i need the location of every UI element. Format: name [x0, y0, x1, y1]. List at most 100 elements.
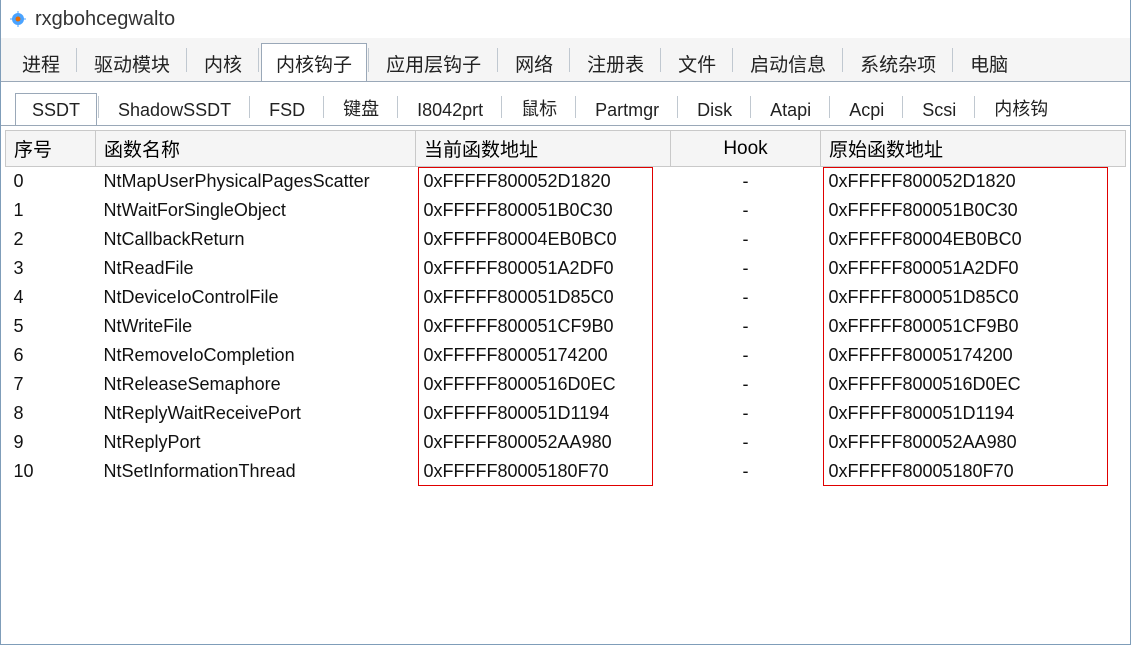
table-row[interactable]: 0NtMapUserPhysicalPagesScatter0xFFFFF800…	[6, 167, 1126, 197]
subtab-5[interactable]: 鼠标	[504, 88, 574, 125]
cell-hook: -	[671, 167, 821, 197]
cell-original: 0xFFFFF800051A2DF0	[821, 254, 1126, 283]
cell-current: 0xFFFFF80005174200	[416, 341, 671, 370]
cell-current: 0xFFFFF800051A2DF0	[416, 254, 671, 283]
table-row[interactable]: 1NtWaitForSingleObject0xFFFFF800051B0C30…	[6, 196, 1126, 225]
table-row[interactable]: 9NtReplyPort0xFFFFF800052AA980-0xFFFFF80…	[6, 428, 1126, 457]
cell-hook: -	[671, 196, 821, 225]
col-header-hook[interactable]: Hook	[671, 131, 821, 167]
subtab-8[interactable]: Atapi	[753, 93, 828, 125]
cell-hook: -	[671, 457, 821, 486]
subtab-separator	[397, 96, 398, 118]
cell-name: NtRemoveIoCompletion	[96, 341, 416, 370]
subtab-separator	[677, 96, 678, 118]
cell-index: 4	[6, 283, 96, 312]
cell-index: 6	[6, 341, 96, 370]
cell-current: 0xFFFFF800051CF9B0	[416, 312, 671, 341]
subtab-separator	[829, 96, 830, 118]
tab-separator	[258, 48, 259, 72]
subtab-separator	[249, 96, 250, 118]
subtab-6[interactable]: Partmgr	[578, 93, 676, 125]
subtab-10[interactable]: Scsi	[905, 93, 973, 125]
tab-6[interactable]: 注册表	[572, 43, 659, 81]
table-row[interactable]: 5NtWriteFile0xFFFFF800051CF9B0-0xFFFFF80…	[6, 312, 1126, 341]
subtab-3[interactable]: 键盘	[326, 88, 396, 125]
cell-index: 7	[6, 370, 96, 399]
cell-original: 0xFFFFF80004EB0BC0	[821, 225, 1126, 254]
table-header-row: 序号 函数名称 当前函数地址 Hook 原始函数地址	[6, 131, 1126, 167]
table-row[interactable]: 3NtReadFile0xFFFFF800051A2DF0-0xFFFFF800…	[6, 254, 1126, 283]
app-icon	[9, 10, 27, 28]
cell-name: NtWriteFile	[96, 312, 416, 341]
col-header-original[interactable]: 原始函数地址	[821, 131, 1126, 167]
col-header-index[interactable]: 序号	[6, 131, 96, 167]
cell-hook: -	[671, 283, 821, 312]
ssdt-table: 序号 函数名称 当前函数地址 Hook 原始函数地址 0NtMapUserPhy…	[5, 130, 1126, 486]
subtab-separator	[323, 96, 324, 118]
tab-10[interactable]: 电脑	[955, 43, 1023, 81]
table-row[interactable]: 7NtReleaseSemaphore0xFFFFF8000516D0EC-0x…	[6, 370, 1126, 399]
col-header-name[interactable]: 函数名称	[96, 131, 416, 167]
cell-index: 5	[6, 312, 96, 341]
subtab-separator	[750, 96, 751, 118]
table-row[interactable]: 2NtCallbackReturn0xFFFFF80004EB0BC0-0xFF…	[6, 225, 1126, 254]
tab-8[interactable]: 启动信息	[735, 43, 841, 81]
subtab-1[interactable]: ShadowSSDT	[101, 93, 248, 125]
table-row[interactable]: 10NtSetInformationThread0xFFFFF80005180F…	[6, 457, 1126, 486]
subtab-separator	[575, 96, 576, 118]
cell-current: 0xFFFFF800051B0C30	[416, 196, 671, 225]
table-body: 0NtMapUserPhysicalPagesScatter0xFFFFF800…	[6, 167, 1126, 487]
cell-name: NtCallbackReturn	[96, 225, 416, 254]
cell-name: NtReadFile	[96, 254, 416, 283]
cell-original: 0xFFFFF8000516D0EC	[821, 370, 1126, 399]
col-header-current[interactable]: 当前函数地址	[416, 131, 671, 167]
cell-name: NtWaitForSingleObject	[96, 196, 416, 225]
cell-name: NtMapUserPhysicalPagesScatter	[96, 167, 416, 197]
cell-name: NtReplyPort	[96, 428, 416, 457]
tab-separator	[952, 48, 953, 72]
tab-9[interactable]: 系统杂项	[845, 43, 951, 81]
tab-0[interactable]: 进程	[7, 43, 75, 81]
table-row[interactable]: 4NtDeviceIoControlFile 0xFFFFF800051D85C0…	[6, 283, 1126, 312]
subtab-7[interactable]: Disk	[680, 93, 749, 125]
cell-hook: -	[671, 225, 821, 254]
table-row[interactable]: 8NtReplyWaitReceivePort0xFFFFF800051D119…	[6, 399, 1126, 428]
subtab-9[interactable]: Acpi	[832, 93, 901, 125]
cell-original: 0xFFFFF800051CF9B0	[821, 312, 1126, 341]
tab-7[interactable]: 文件	[663, 43, 731, 81]
cell-index: 2	[6, 225, 96, 254]
subtab-2[interactable]: FSD	[252, 93, 322, 125]
cell-current: 0xFFFFF800051D1194	[416, 399, 671, 428]
tab-1[interactable]: 驱动模块	[79, 43, 185, 81]
cell-current: 0xFFFFF800052D1820	[416, 167, 671, 197]
cell-original: 0xFFFFF800052D1820	[821, 167, 1126, 197]
cell-index: 8	[6, 399, 96, 428]
cell-index: 0	[6, 167, 96, 197]
tab-separator	[76, 48, 77, 72]
cell-hook: -	[671, 341, 821, 370]
tab-separator	[368, 48, 369, 72]
cell-hook: -	[671, 312, 821, 341]
cell-index: 1	[6, 196, 96, 225]
subtab-separator	[974, 96, 975, 118]
cell-original: 0xFFFFF800051D1194	[821, 399, 1126, 428]
table-area: 序号 函数名称 当前函数地址 Hook 原始函数地址 0NtMapUserPhy…	[5, 130, 1126, 486]
table-row[interactable]: 6NtRemoveIoCompletion0xFFFFF80005174200-…	[6, 341, 1126, 370]
tab-5[interactable]: 网络	[500, 43, 568, 81]
tab-separator	[569, 48, 570, 72]
subtab-11[interactable]: 内核钩	[977, 88, 1065, 125]
cell-current: 0xFFFFF80005180F70	[416, 457, 671, 486]
subtab-0[interactable]: SSDT	[15, 93, 97, 126]
tab-separator	[497, 48, 498, 72]
subtab-separator	[501, 96, 502, 118]
tab-4[interactable]: 应用层钩子	[371, 43, 496, 81]
subtab-4[interactable]: I8042prt	[400, 93, 500, 125]
tabs-sub: SSDTShadowSSDTFSD键盘I8042prt鼠标PartmgrDisk…	[1, 82, 1130, 126]
window-title: rxgbohcegwalto	[35, 8, 175, 31]
tab-3[interactable]: 内核钩子	[261, 43, 367, 82]
table-wrap: 序号 函数名称 当前函数地址 Hook 原始函数地址 0NtMapUserPhy…	[1, 126, 1130, 644]
cell-name: NtDeviceIoControlFile	[96, 283, 416, 312]
tab-separator	[660, 48, 661, 72]
cell-original: 0xFFFFF800051D85C0	[821, 283, 1126, 312]
tab-2[interactable]: 内核	[189, 43, 257, 81]
